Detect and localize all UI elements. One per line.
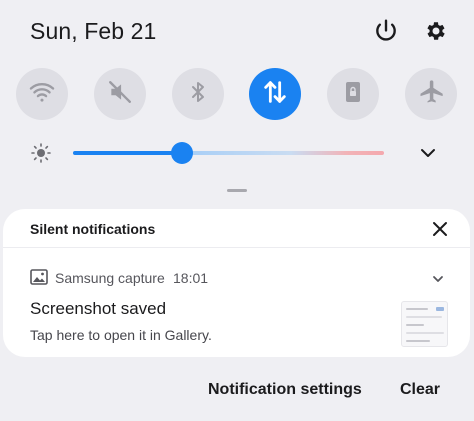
gallery-image-icon xyxy=(30,269,48,285)
toggle-bluetooth[interactable] xyxy=(172,68,224,120)
brightness-icon xyxy=(29,141,53,165)
sound-muted-icon xyxy=(107,79,133,110)
close-icon[interactable] xyxy=(430,219,450,239)
chevron-down-icon[interactable] xyxy=(431,272,445,284)
toggle-portrait-lock[interactable] xyxy=(327,68,379,120)
notification-text[interactable]: Tap here to open it in Gallery. xyxy=(30,327,212,343)
notification-title[interactable]: Screenshot saved xyxy=(30,299,166,319)
notification-time: 18:01 xyxy=(173,270,209,286)
chevron-down-icon[interactable] xyxy=(416,143,440,163)
divider xyxy=(3,247,470,248)
brightness-slider-thumb[interactable] xyxy=(171,142,193,164)
section-title: Silent notifications xyxy=(30,221,156,237)
wifi-icon xyxy=(28,78,56,111)
toggle-wifi[interactable] xyxy=(16,68,68,120)
clear-button[interactable]: Clear xyxy=(400,381,440,399)
toggle-airplane[interactable] xyxy=(405,68,457,120)
toggle-mobile-data[interactable] xyxy=(249,68,301,120)
date-label: Sun, Feb 21 xyxy=(30,18,157,44)
panel-drag-handle[interactable] xyxy=(227,189,247,192)
bluetooth-icon xyxy=(186,79,210,110)
mobile-data-icon xyxy=(261,78,289,111)
portrait-lock-icon xyxy=(341,79,365,110)
brightness-slider-track[interactable] xyxy=(73,151,384,155)
toggle-sound[interactable] xyxy=(94,68,146,120)
airplane-icon xyxy=(417,78,445,111)
screenshot-thumbnail[interactable] xyxy=(401,301,448,347)
quick-panel: Sun, Feb 21 Silent notifications Samsung… xyxy=(0,0,474,421)
notification-card[interactable]: Silent notifications Samsung capture 18:… xyxy=(3,209,470,357)
power-icon[interactable] xyxy=(371,16,401,46)
notification-settings-button[interactable]: Notification settings xyxy=(208,381,362,399)
gear-icon[interactable] xyxy=(421,16,451,46)
notification-app-name: Samsung capture xyxy=(55,270,165,286)
